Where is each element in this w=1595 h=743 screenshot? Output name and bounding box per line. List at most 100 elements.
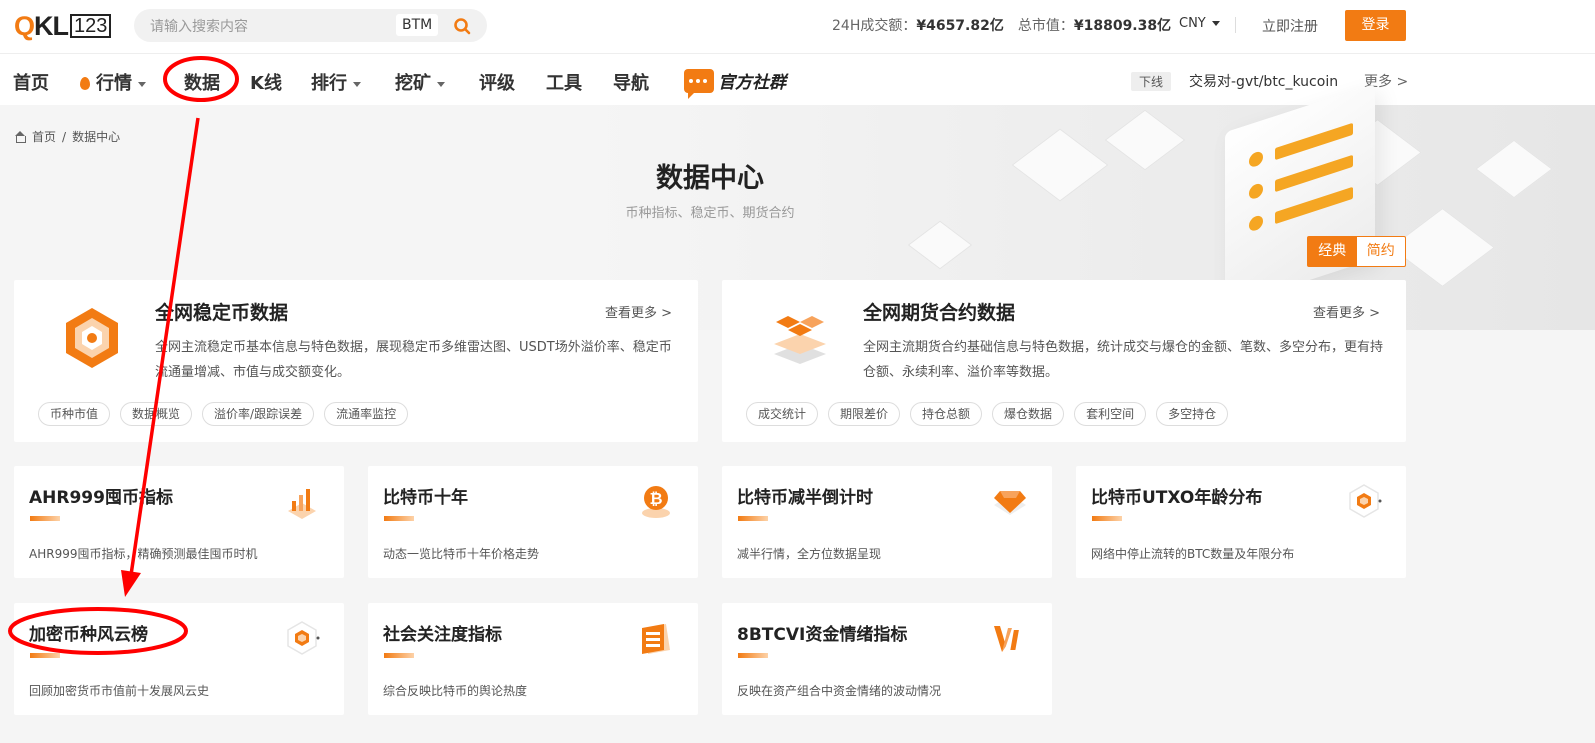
tag[interactable]: 流通率监控 (324, 402, 409, 426)
search-box[interactable]: 请输入搜索内容 BTM (134, 9, 487, 42)
tag[interactable]: 期限差价 (828, 402, 901, 426)
search-icon[interactable] (452, 16, 472, 36)
breadcrumb: 首页 / 数据中心 (14, 128, 120, 145)
stack-icon (642, 624, 670, 654)
community-label: 官方社群 (718, 73, 786, 93)
tag[interactable]: 数据概览 (120, 402, 193, 426)
ticker-badge: 下线 (1131, 72, 1172, 91)
futures-data-card[interactable]: 全网期货合约数据 查看更多 > 全网主流期货合约基础信息与特色数据，统计成交与爆… (722, 280, 1406, 442)
market-stats: 24H成交额：¥4657.82亿 总市值：¥18809.38亿 (832, 15, 1171, 35)
top-bar: Q KL 123 请输入搜索内容 BTM 24H成交额：¥4657.82亿 总市值：… (0, 0, 1595, 53)
chevron-down-icon (138, 81, 146, 87)
card-description: 回顾加密货币市值前十发展风云史 (29, 684, 210, 698)
card-title: AHR999囤币指标 (29, 488, 173, 508)
card-description: 全网主流稳定币基本信息与特色数据，展现稳定币多维雷达图、USDT场外溢价率、稳定… (155, 340, 672, 380)
nav-home[interactable]: 首页 (13, 69, 49, 95)
card-title: 比特币十年 (383, 488, 468, 508)
search-input[interactable]: 请输入搜索内容 (150, 16, 248, 36)
svg-text:₿: ₿ (649, 490, 662, 508)
chat-bubble-icon (684, 68, 714, 99)
official-community-link[interactable]: 官方社群 (684, 68, 786, 99)
tag[interactable]: 多空持仓 (1156, 402, 1229, 426)
logo-mark: Q (14, 10, 35, 41)
card-description: 网络中停止流转的BTC数量及年限分布 (1091, 547, 1295, 561)
tag[interactable]: 币种市值 (38, 402, 111, 426)
logo-text: KL (34, 10, 69, 41)
bitcoin-icon: ₿ (642, 486, 670, 518)
hexagon-icon (1349, 484, 1382, 518)
currency-select[interactable]: CNY (1179, 16, 1220, 31)
stat-24h-label: 24H成交额： (832, 18, 917, 34)
register-link[interactable]: 立即注册 (1262, 16, 1318, 36)
utxo-age-card[interactable]: 比特币UTXO年龄分布 网络中停止流转的BTC数量及年限分布 (1076, 466, 1406, 578)
stat-cap-value: ¥18809.38亿 (1073, 18, 1172, 34)
hexagon-icon (66, 308, 118, 368)
nav-guide[interactable]: 导航 (613, 69, 649, 95)
divider (1235, 17, 1236, 33)
nav-rating[interactable]: 评级 (479, 69, 515, 95)
card-description: 减半行情，全方位数据呈现 (737, 547, 882, 561)
accent-bar (30, 653, 60, 658)
card-description: 动态一览比特币十年价格走势 (383, 547, 540, 561)
bar-chart-icon (288, 489, 316, 519)
accent-bar (738, 653, 768, 658)
card-title: 加密币种风云榜 (29, 625, 148, 645)
card-title: 比特币减半倒计时 (737, 488, 873, 508)
nav-market-label: 行情 (96, 73, 132, 94)
crypto-ranking-card[interactable]: 加密币种风云榜 回顾加密货币市值前十发展风云史 (14, 603, 344, 715)
halving-countdown-card[interactable]: 比特币减半倒计时 减半行情，全方位数据呈现 (722, 466, 1052, 578)
nav-ranking[interactable]: 排行 (311, 69, 361, 95)
chevron-down-icon (1211, 21, 1220, 26)
search-hot-keyword[interactable]: BTM (396, 14, 439, 36)
breadcrumb-separator: / (62, 129, 67, 144)
view-simple-button[interactable]: 简约 (1357, 237, 1406, 266)
page-subtitle: 币种指标、稳定币、期货合约 (625, 206, 795, 221)
accent-bar (738, 516, 768, 521)
diamond-icon (994, 491, 1026, 515)
nav-data[interactable]: 数据 (184, 69, 220, 95)
card-description: 反映在资产组合中资金情绪的波动情况 (737, 684, 942, 698)
accent-bar (384, 653, 414, 658)
view-more-link[interactable]: 查看更多 > (1313, 302, 1380, 321)
logo-number: 123 (70, 14, 112, 38)
hexagon-icon (287, 621, 320, 655)
accent-bar (1092, 516, 1122, 521)
vi-icon (994, 626, 1019, 652)
chevron-down-icon (353, 81, 361, 87)
currency-label: CNY (1179, 16, 1206, 31)
tag[interactable]: 套利空间 (1074, 402, 1147, 426)
ticker-news-link[interactable]: 交易对-gvt/btc_kucoin (1189, 71, 1338, 91)
login-button[interactable]: 登录 (1345, 10, 1406, 41)
nav-kline[interactable]: K线 (250, 69, 282, 95)
tag-list: 币种市值 数据概览 溢价率/跟踪误差 流通率监控 (38, 402, 409, 426)
tag[interactable]: 成交统计 (746, 402, 819, 426)
nav-tools[interactable]: 工具 (546, 69, 582, 95)
card-title: 社会关注度指标 (383, 625, 502, 645)
social-attention-card[interactable]: 社会关注度指标 综合反映比特币的舆论热度 (368, 603, 698, 715)
tag[interactable]: 爆仓数据 (992, 402, 1065, 426)
view-classic-button[interactable]: 经典 (1308, 237, 1357, 266)
home-icon (14, 131, 26, 143)
stat-24h-value: ¥4657.82亿 (916, 18, 1004, 34)
nav-ranking-label: 排行 (311, 73, 347, 94)
bitcoin-decade-card[interactable]: 比特币十年 动态一览比特币十年价格走势 ₿ (368, 466, 698, 578)
nav-market[interactable]: 行情 (80, 69, 146, 95)
card-title: 全网稳定币数据 (155, 302, 289, 324)
breadcrumb-home[interactable]: 首页 (32, 128, 56, 145)
stat-cap-label: 总市值： (1017, 18, 1074, 34)
btcvi-card[interactable]: 8BTCVI资金情绪指标 反映在资产组合中资金情绪的波动情况 (722, 603, 1052, 715)
ahr999-card[interactable]: AHR999囤币指标 AHR999囤币指标，精确预测最佳囤币时机 (14, 466, 344, 578)
accent-bar (30, 516, 60, 521)
card-title: 8BTCVI资金情绪指标 (737, 625, 908, 645)
card-description: 全网主流期货合约基础信息与特色数据，统计成交与爆仓的金额、笔数、多空分布，更有持… (863, 340, 1384, 380)
tag[interactable]: 持仓总额 (910, 402, 983, 426)
layers-icon (774, 316, 826, 364)
tag[interactable]: 溢价率/跟踪误差 (202, 402, 315, 426)
stablecoin-data-card[interactable]: 全网稳定币数据 查看更多 > 全网主流稳定币基本信息与特色数据，展现稳定币多维雷… (14, 280, 698, 442)
nav-mining[interactable]: 挖矿 (395, 69, 445, 95)
view-mode-toggle[interactable]: 经典 简约 (1307, 236, 1406, 267)
view-more-link[interactable]: 查看更多 > (605, 302, 672, 321)
site-logo[interactable]: Q KL 123 (14, 10, 112, 41)
card-description: AHR999囤币指标，精确预测最佳囤币时机 (29, 547, 258, 561)
card-title: 比特币UTXO年龄分布 (1091, 488, 1263, 508)
